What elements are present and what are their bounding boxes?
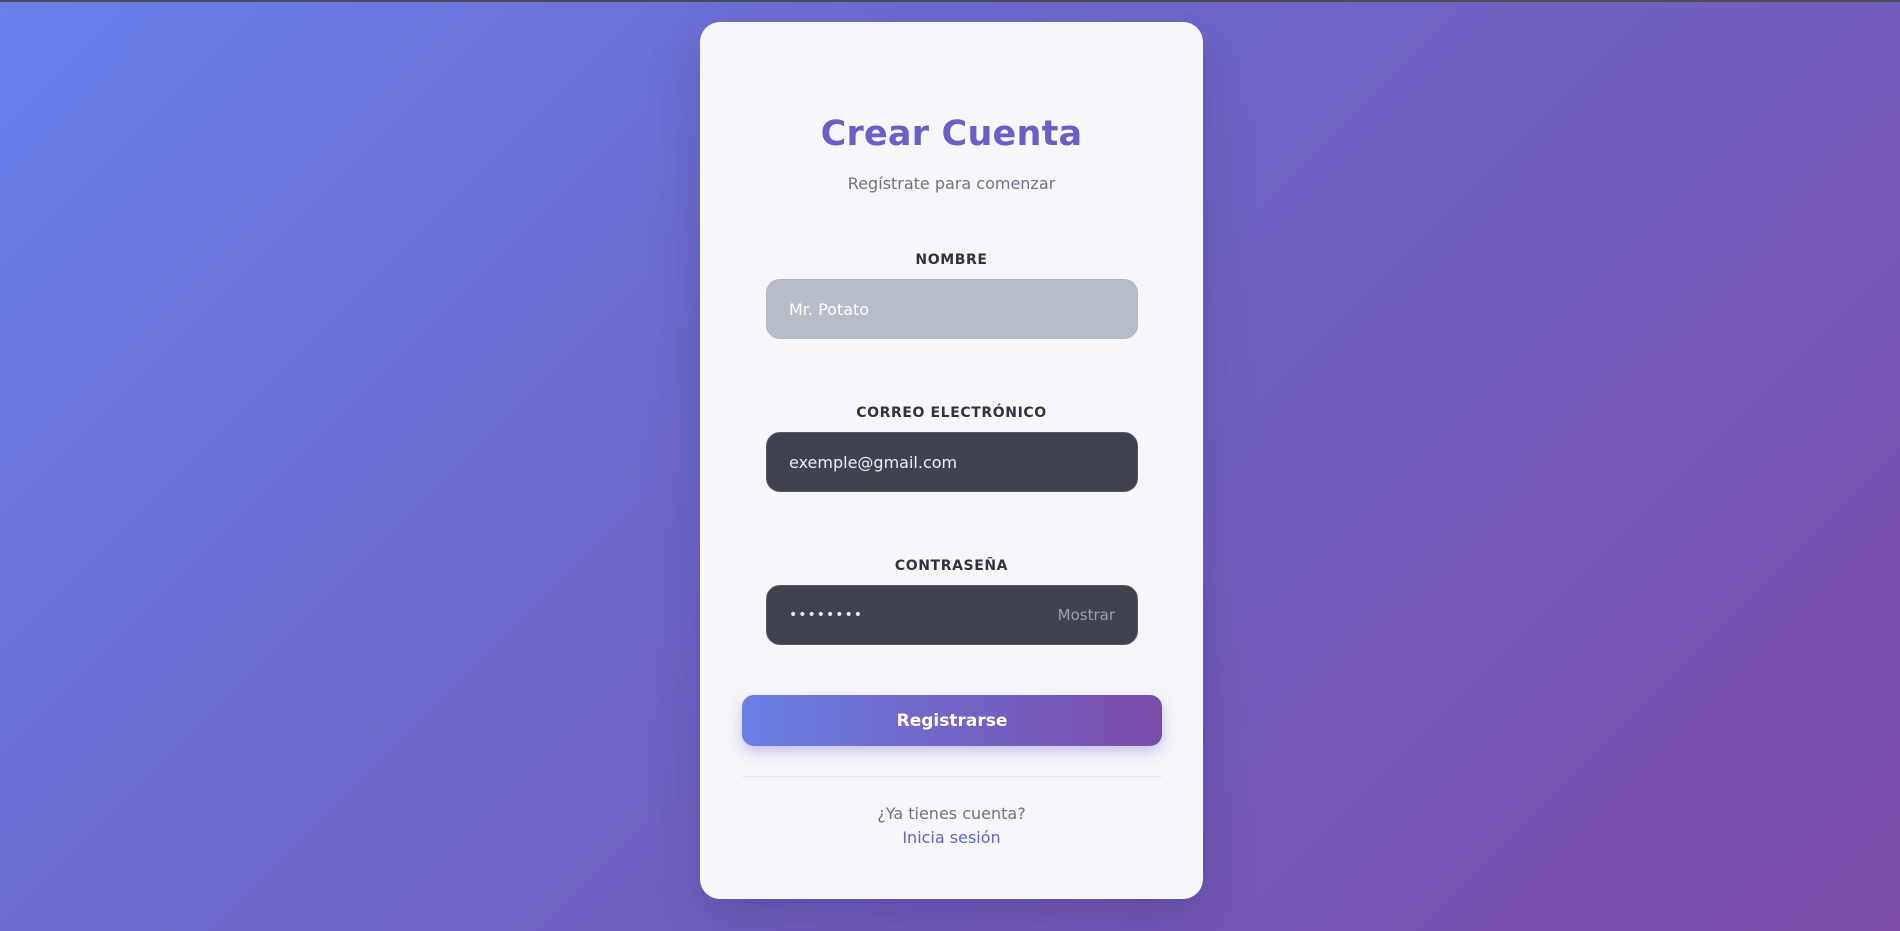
password-masked-value: •••••••• bbox=[789, 607, 864, 623]
email-input[interactable]: exemple@gmail.com bbox=[766, 432, 1138, 492]
register-card: Crear Cuenta Regístrate para comenzar NO… bbox=[700, 22, 1203, 899]
divider bbox=[742, 776, 1162, 777]
page-subtitle: Regístrate para comenzar bbox=[847, 174, 1056, 193]
login-prompt: ¿Ya tienes cuenta? bbox=[877, 804, 1026, 823]
login-link[interactable]: Inicia sesión bbox=[700, 828, 1203, 847]
window-top-edge bbox=[0, 0, 1900, 2]
name-label: NOMBRE bbox=[915, 252, 988, 268]
register-button[interactable]: Registrarse bbox=[742, 695, 1162, 746]
email-input-value: exemple@gmail.com bbox=[789, 452, 958, 472]
page-title: Crear Cuenta bbox=[820, 114, 1083, 154]
password-input[interactable]: •••••••• Mostrar bbox=[766, 585, 1138, 645]
name-input-placeholder: Mr. Potato bbox=[789, 299, 870, 319]
email-label: CORREO ELECTRÓNICO bbox=[856, 405, 1047, 421]
password-label: CONTRASEÑA bbox=[894, 558, 1009, 574]
show-password-toggle[interactable]: Mostrar bbox=[1058, 606, 1115, 624]
name-input[interactable]: Mr. Potato bbox=[766, 279, 1138, 339]
